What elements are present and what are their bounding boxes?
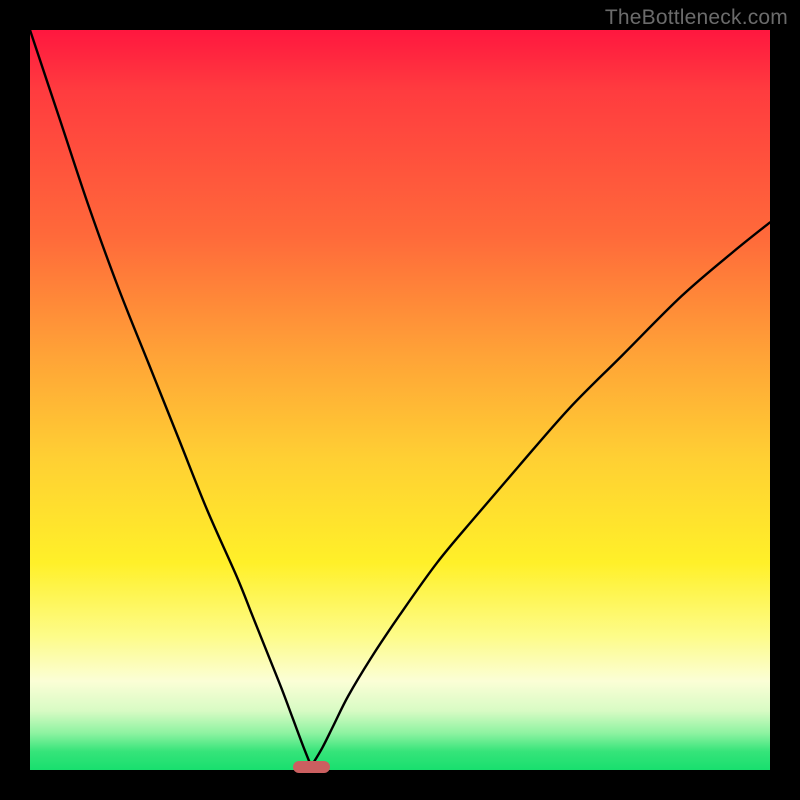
curve-right-branch	[311, 222, 770, 766]
watermark-text: TheBottleneck.com	[605, 6, 788, 30]
plot-area	[30, 30, 770, 770]
curve-left-branch	[30, 30, 311, 766]
chart-frame: TheBottleneck.com	[0, 0, 800, 800]
bottleneck-marker	[293, 761, 330, 773]
bottleneck-curve	[30, 30, 770, 770]
